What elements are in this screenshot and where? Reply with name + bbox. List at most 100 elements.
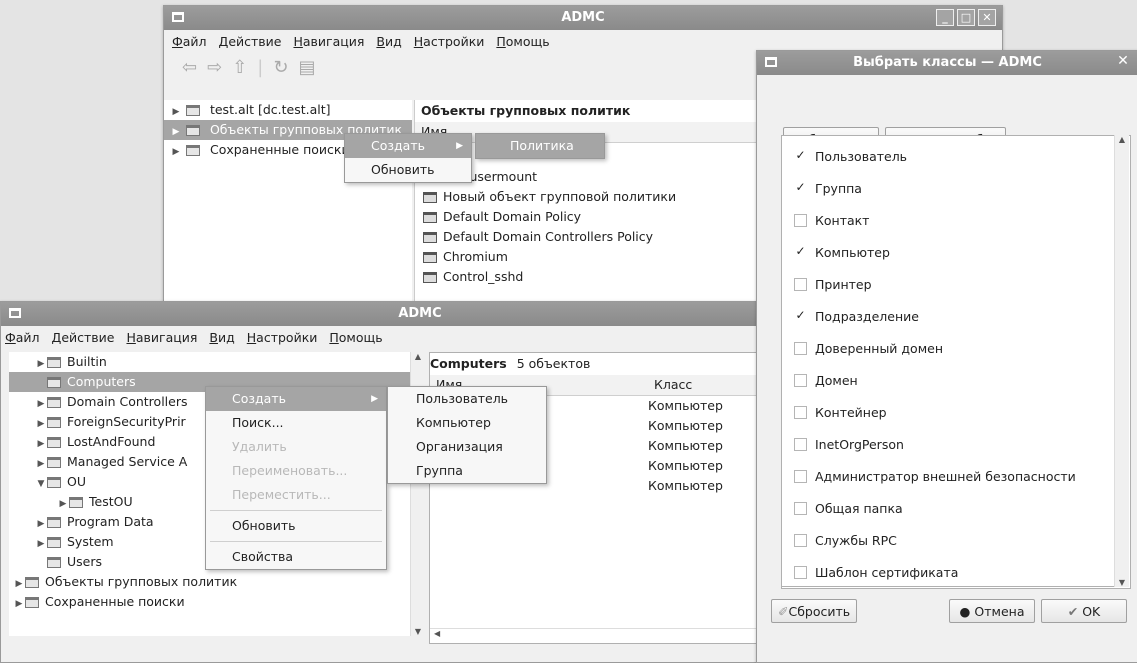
menu-navigation[interactable]: Навигация: [126, 330, 197, 345]
expand-arrow-icon[interactable]: ▶: [35, 394, 47, 414]
gpo-icon: [423, 272, 437, 283]
menu-item-refresh[interactable]: Обновить: [206, 514, 386, 538]
ok-icon: ✔: [1067, 604, 1079, 619]
checkbox[interactable]: ✓: [794, 149, 807, 163]
class-option[interactable]: Доверенный домен: [782, 332, 1128, 364]
menu-item-create[interactable]: Создать ▶: [206, 387, 386, 411]
reset-button[interactable]: ✐Сбросить: [771, 599, 858, 623]
forward-icon[interactable]: ⇨: [207, 57, 222, 78]
menu-item-properties[interactable]: Свойства: [206, 545, 386, 569]
menu-action[interactable]: Действие: [219, 34, 282, 49]
close-button[interactable]: ✕: [978, 9, 996, 26]
menu-item-organization[interactable]: Организация: [388, 435, 546, 459]
window-icon: [765, 57, 777, 67]
scroll-up-icon[interactable]: ▲: [411, 352, 425, 361]
refresh-icon[interactable]: ↻: [273, 57, 288, 78]
folder-icon: [47, 357, 61, 368]
expand-arrow-icon[interactable]: ▶: [35, 354, 47, 374]
tree-item[interactable]: ▶ Объекты групповых политик: [9, 572, 425, 592]
menu-file[interactable]: Файл: [172, 34, 207, 49]
scroll-thumb[interactable]: [1117, 149, 1127, 519]
menu-navigation[interactable]: Навигация: [293, 34, 364, 49]
ok-button[interactable]: ✔ OK: [1041, 599, 1127, 623]
minimize-button[interactable]: _: [936, 9, 954, 26]
expand-arrow-icon[interactable]: ▶: [170, 122, 182, 142]
cancel-icon: ●: [959, 604, 971, 619]
up-icon[interactable]: ⇧: [232, 57, 247, 78]
gpo-icon: [423, 212, 437, 223]
class-option[interactable]: Принтер: [782, 268, 1128, 300]
cancel-button[interactable]: ● Отмена: [949, 599, 1035, 623]
class-option[interactable]: Домен: [782, 364, 1128, 396]
maximize-button[interactable]: □: [957, 9, 975, 26]
menu-view[interactable]: Вид: [209, 330, 234, 345]
expand-arrow-icon[interactable]: ▶: [170, 142, 182, 162]
checkbox[interactable]: [794, 213, 807, 227]
expand-arrow-icon[interactable]: ▶: [35, 454, 47, 474]
title-bar[interactable]: ADMC _ □ ✕: [164, 6, 1002, 30]
checkbox[interactable]: ✓: [794, 181, 807, 195]
menu-item-create[interactable]: Создать ▶: [345, 134, 471, 158]
menu-item-policy[interactable]: Политика: [476, 134, 604, 158]
folder-icon: [47, 477, 61, 488]
menu-item-computer[interactable]: Компьютер: [388, 411, 546, 435]
scroll-down-icon[interactable]: ▼: [411, 627, 425, 636]
menu-item-user[interactable]: Пользователь: [388, 387, 546, 411]
tree-item[interactable]: ▶ Сохраненные поиски: [9, 592, 425, 612]
title-bar[interactable]: ADMC: [1, 302, 839, 326]
manual-icon[interactable]: ▤: [298, 57, 315, 78]
checkbox[interactable]: ✓: [794, 309, 807, 323]
expand-arrow-icon[interactable]: ▶: [13, 574, 25, 594]
back-icon[interactable]: ⇦: [182, 57, 197, 78]
checkbox[interactable]: [794, 373, 807, 387]
scroll-down-icon[interactable]: ▼: [1115, 578, 1129, 587]
class-option[interactable]: Контакт: [782, 204, 1128, 236]
menu-help[interactable]: Помощь: [496, 34, 549, 49]
class-option[interactable]: InetOrgPerson: [782, 428, 1128, 460]
menu-action[interactable]: Действие: [52, 330, 115, 345]
checkbox[interactable]: [794, 501, 807, 515]
checkbox[interactable]: [794, 277, 807, 291]
expand-arrow-icon[interactable]: ▶: [35, 514, 47, 534]
class-option[interactable]: Контейнер: [782, 396, 1128, 428]
class-option[interactable]: ✓ Компьютер: [782, 236, 1128, 268]
checkbox[interactable]: [794, 405, 807, 419]
checkbox[interactable]: [794, 565, 807, 579]
tree-item-domain[interactable]: ▶ test.alt [dc.test.alt]: [164, 100, 412, 120]
menu-help[interactable]: Помощь: [329, 330, 382, 345]
checkbox[interactable]: [794, 469, 807, 483]
menu-item-refresh[interactable]: Обновить: [345, 158, 471, 182]
folder-icon: [25, 577, 39, 588]
menu-settings[interactable]: Настройки: [414, 34, 485, 49]
class-option[interactable]: ✓ Пользователь: [782, 140, 1128, 172]
list-scrollbar[interactable]: ▲ ▼: [1114, 135, 1129, 587]
close-button[interactable]: ✕: [1114, 54, 1132, 71]
expand-arrow-icon[interactable]: ▶: [35, 534, 47, 554]
class-option[interactable]: ✓ Подразделение: [782, 300, 1128, 332]
class-option[interactable]: ✓ Группа: [782, 172, 1128, 204]
collapse-arrow-icon[interactable]: ▼: [35, 474, 47, 494]
expand-arrow-icon[interactable]: ▶: [170, 102, 182, 122]
class-option[interactable]: Администратор внешней безопасности: [782, 460, 1128, 492]
checkbox[interactable]: [794, 533, 807, 547]
folder-icon: [25, 597, 39, 608]
menu-item-find[interactable]: Поиск...: [206, 411, 386, 435]
expand-arrow-icon[interactable]: ▶: [13, 594, 25, 614]
expand-arrow-icon[interactable]: ▶: [57, 494, 69, 514]
class-option[interactable]: Службы RPC: [782, 524, 1128, 556]
class-option[interactable]: Шаблон сертификата: [782, 556, 1128, 586]
checkbox[interactable]: [794, 341, 807, 355]
expand-arrow-icon[interactable]: ▶: [35, 414, 47, 434]
tree-item[interactable]: ▶ Builtin: [9, 352, 425, 372]
checkbox[interactable]: [794, 437, 807, 451]
menu-view[interactable]: Вид: [376, 34, 401, 49]
scroll-up-icon[interactable]: ▲: [1115, 135, 1129, 144]
menu-file[interactable]: Файл: [5, 330, 40, 345]
menu-settings[interactable]: Настройки: [247, 330, 318, 345]
checkbox[interactable]: ✓: [794, 245, 807, 259]
dialog-title-bar[interactable]: Выбрать классы — ADMC ✕: [757, 51, 1137, 75]
menu-item-group[interactable]: Группа: [388, 459, 546, 483]
class-option[interactable]: Общая папка: [782, 492, 1128, 524]
column-class[interactable]: Класс: [648, 375, 692, 395]
expand-arrow-icon[interactable]: ▶: [35, 434, 47, 454]
